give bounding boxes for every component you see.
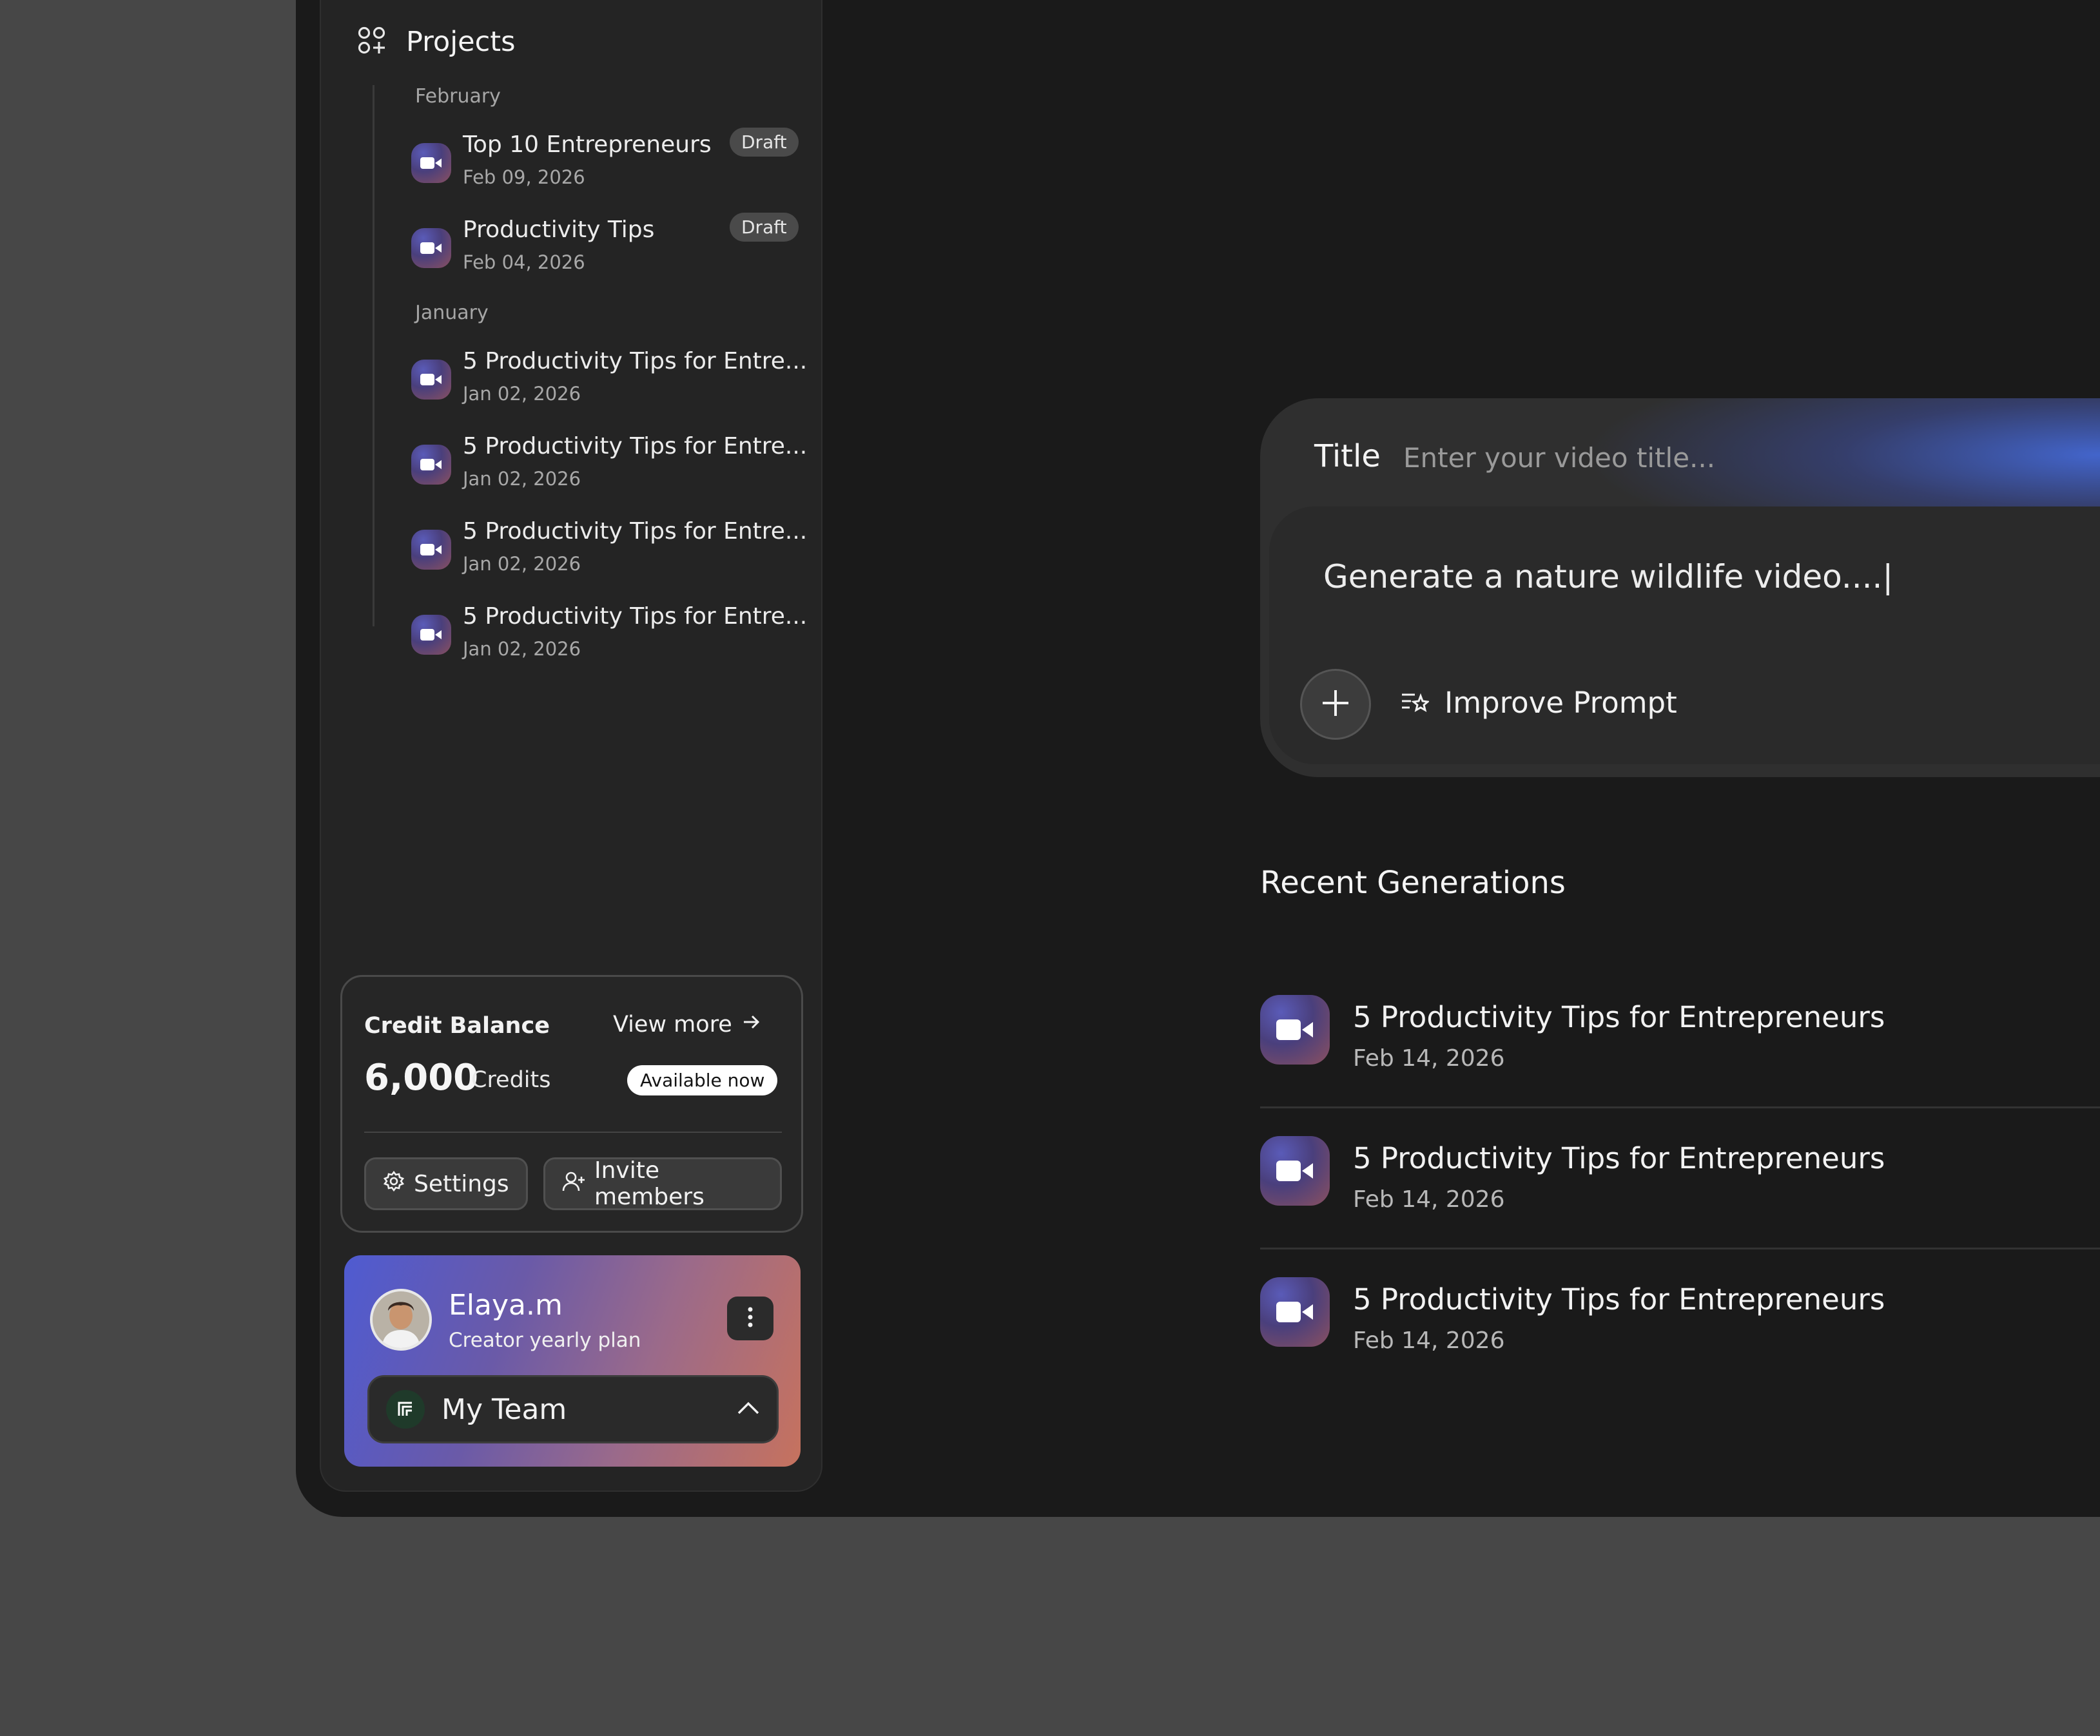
sidebar: Projects February Top 10 Entrepreneurs F… [320, 0, 822, 1492]
recent-generations-title: Recent Generations [1260, 865, 1566, 901]
project-date: Jan 02, 2026 [463, 383, 581, 405]
project-name: 5 Productivity Tips for Entre... [463, 603, 808, 630]
generation-date: Feb 14, 2026 [1353, 1186, 1505, 1213]
invite-label: Invite members [594, 1157, 705, 1210]
generation-date: Feb 14, 2026 [1353, 1327, 1505, 1354]
project-item[interactable]: 5 Productivity Tips for Entre... Jan 02,… [411, 344, 807, 415]
credit-balance-label: Credit Balance [364, 1013, 550, 1039]
video-camera-icon [411, 228, 451, 268]
sparkle-list-icon [1401, 686, 1430, 720]
video-camera-icon [411, 360, 451, 400]
team-selector[interactable]: My Team [367, 1375, 779, 1443]
project-name: Productivity Tips [463, 217, 655, 243]
projects-title: Projects [406, 26, 516, 58]
prompt-card: Title Generate a nature wildlife video..… [1260, 398, 2100, 777]
settings-label: Settings [414, 1170, 509, 1197]
project-item[interactable]: Top 10 Entrepreneurs Feb 09, 2026 Draft [411, 128, 799, 198]
project-date: Jan 02, 2026 [463, 553, 581, 575]
user-plan: Creator yearly plan [449, 1329, 641, 1352]
gear-icon [383, 1170, 405, 1198]
team-logo-icon [386, 1390, 425, 1429]
project-item[interactable]: 5 Productivity Tips for Entre... Jan 02,… [411, 429, 807, 500]
generation-name: 5 Productivity Tips for Entrepreneurs [1353, 1141, 1885, 1175]
project-name: 5 Productivity Tips for Entre... [463, 433, 808, 459]
project-item[interactable]: 5 Productivity Tips for Entre... Jan 02,… [411, 599, 807, 670]
project-date: Jan 02, 2026 [463, 468, 581, 490]
credit-balance-card: Credit Balance View more 6,000 Credits A… [340, 975, 803, 1233]
user-card: Elaya.m Creator yearly plan My Team [344, 1255, 801, 1467]
video-camera-icon [1260, 1277, 1330, 1347]
tree-line [373, 85, 374, 626]
projects-grid-icon [357, 26, 387, 58]
view-more-label: View more [613, 1012, 732, 1037]
project-name: 5 Productivity Tips for Entre... [463, 348, 808, 374]
month-label: January [415, 302, 489, 324]
video-camera-icon [1260, 995, 1330, 1065]
video-camera-icon [411, 615, 451, 655]
credit-unit: Credits [471, 1067, 551, 1093]
project-item[interactable]: Productivity Tips Feb 04, 2026 Draft [411, 213, 799, 284]
video-camera-icon [411, 143, 451, 183]
divider [364, 1132, 782, 1133]
video-camera-icon [411, 445, 451, 485]
team-name: My Team [442, 1393, 567, 1426]
improve-prompt-button[interactable]: Improve Prompt [1401, 686, 1677, 720]
list-item[interactable]: 5 Productivity Tips for Entrepreneurs Fe… [1260, 1250, 2100, 1391]
list-item[interactable]: 5 Productivity Tips for Entrepreneurs Fe… [1260, 1109, 2100, 1249]
video-camera-icon [411, 530, 451, 570]
video-camera-icon [1260, 1136, 1330, 1206]
divider [1260, 1106, 2100, 1108]
draft-badge: Draft [730, 213, 799, 242]
generation-name: 5 Productivity Tips for Entrepreneurs [1353, 1000, 1885, 1034]
divider [1260, 1248, 2100, 1249]
title-label: Title [1314, 438, 1381, 474]
arrow-right-icon [741, 1012, 761, 1037]
plus-icon [1320, 688, 1351, 721]
chevron-up-icon [737, 1401, 760, 1418]
project-item[interactable]: 5 Productivity Tips for Entre... Jan 02,… [411, 514, 807, 585]
credit-amount: 6,000 [364, 1057, 479, 1099]
user-name: Elaya.m [449, 1289, 563, 1322]
draft-badge: Draft [730, 128, 799, 157]
projects-header[interactable]: Projects [357, 26, 516, 58]
settings-button[interactable]: Settings [364, 1157, 528, 1210]
more-vertical-icon [747, 1306, 753, 1331]
status-badge: Available now [627, 1065, 778, 1095]
project-date: Feb 09, 2026 [463, 166, 585, 188]
month-label: February [415, 85, 501, 108]
prompt-input-area[interactable]: Generate a nature wildlife video....| Im… [1269, 506, 2100, 764]
project-name: Top 10 Entrepreneurs [463, 131, 712, 158]
invite-members-button[interactable]: Invite members [543, 1157, 782, 1210]
title-input[interactable] [1403, 438, 1919, 477]
generation-name: 5 Productivity Tips for Entrepreneurs [1353, 1282, 1885, 1316]
project-name: 5 Productivity Tips for Entre... [463, 518, 808, 545]
generation-date: Feb 14, 2026 [1353, 1045, 1505, 1072]
improve-prompt-label: Improve Prompt [1444, 686, 1677, 720]
avatar[interactable] [370, 1289, 432, 1351]
project-date: Jan 02, 2026 [463, 638, 581, 660]
project-date: Feb 04, 2026 [463, 251, 585, 273]
user-plus-icon [562, 1170, 585, 1198]
more-options-button[interactable] [727, 1297, 773, 1340]
add-attachment-button[interactable] [1300, 669, 1371, 740]
list-item[interactable]: 5 Productivity Tips for Entrepreneurs Fe… [1260, 968, 2100, 1108]
prompt-text: Generate a nature wildlife video....| [1323, 558, 1894, 595]
view-more-link[interactable]: View more [613, 1012, 761, 1037]
